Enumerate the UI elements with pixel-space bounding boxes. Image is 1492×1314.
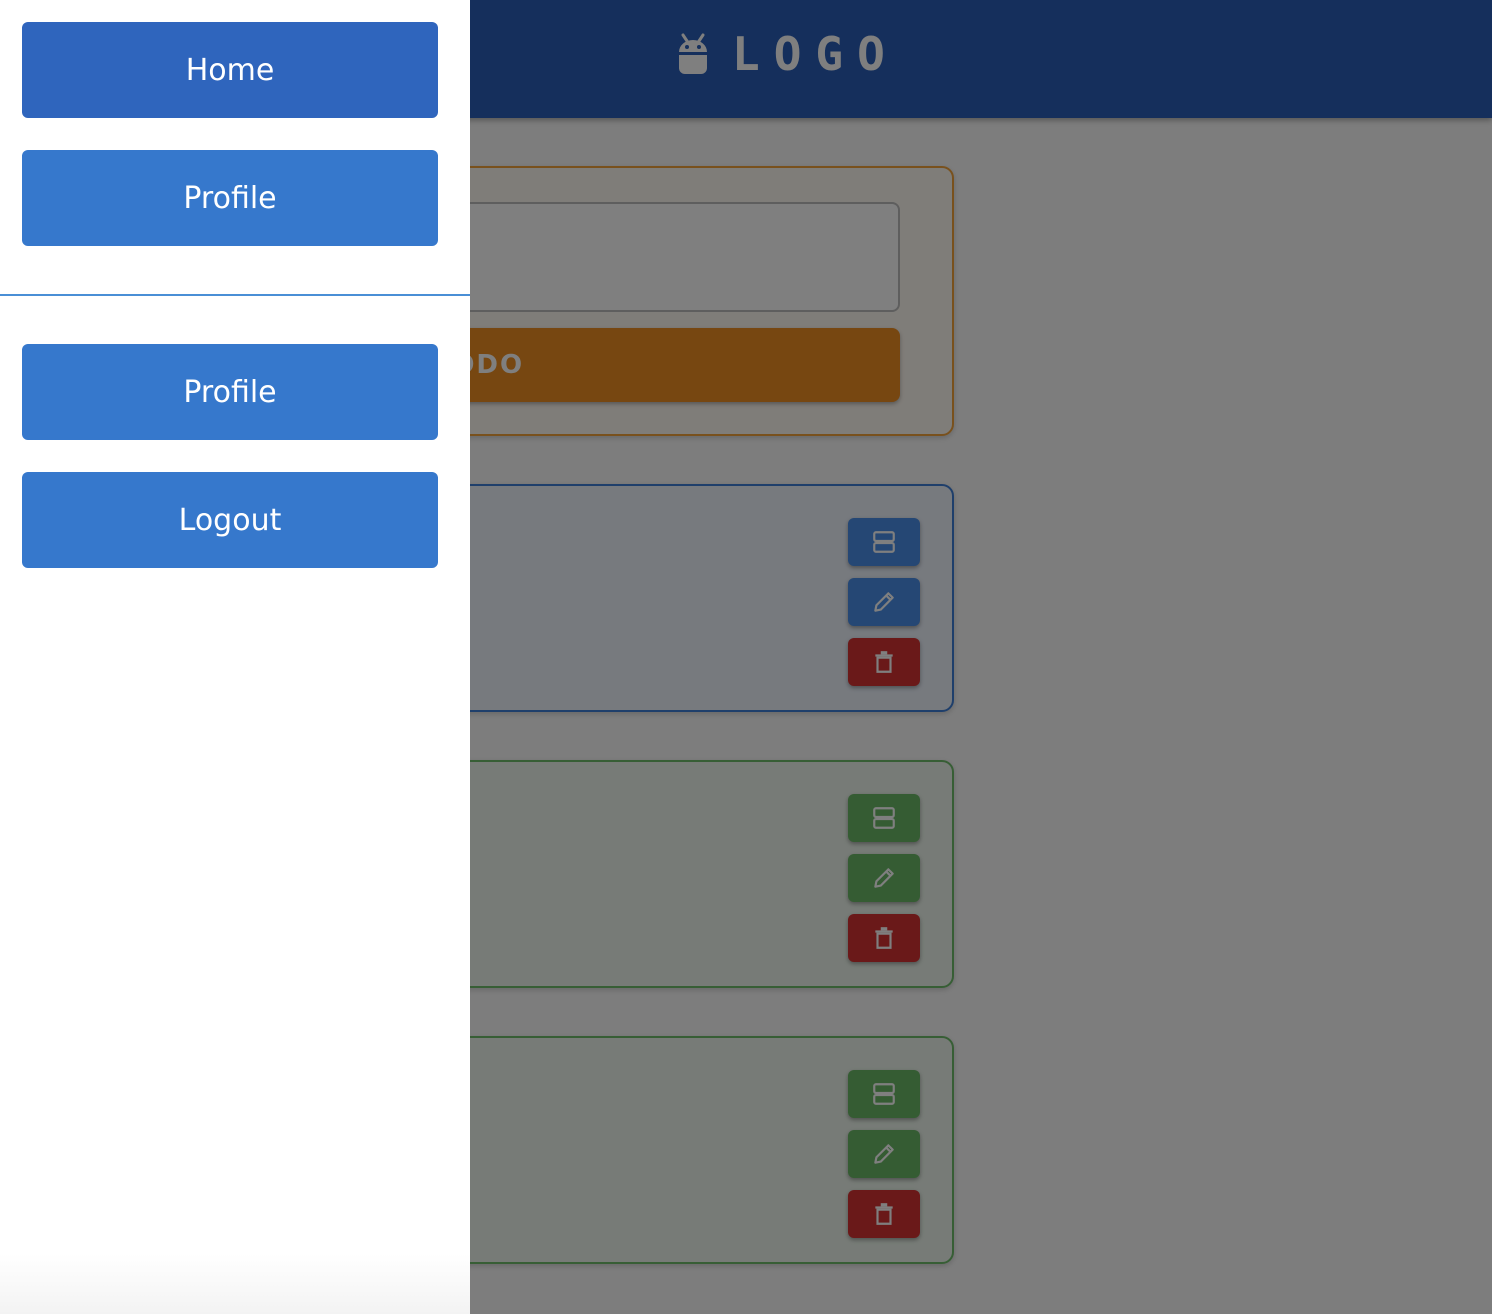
drawer-divider (0, 294, 470, 296)
drawer-item-profile-secondary[interactable]: Profile (22, 344, 438, 440)
navigation-drawer: Home Profile Profile Logout (0, 0, 470, 1314)
drawer-item-home[interactable]: Home (22, 22, 438, 118)
drawer-item-logout[interactable]: Logout (22, 472, 438, 568)
drawer-bottom-fade (0, 1254, 470, 1314)
drawer-item-profile[interactable]: Profile (22, 150, 438, 246)
